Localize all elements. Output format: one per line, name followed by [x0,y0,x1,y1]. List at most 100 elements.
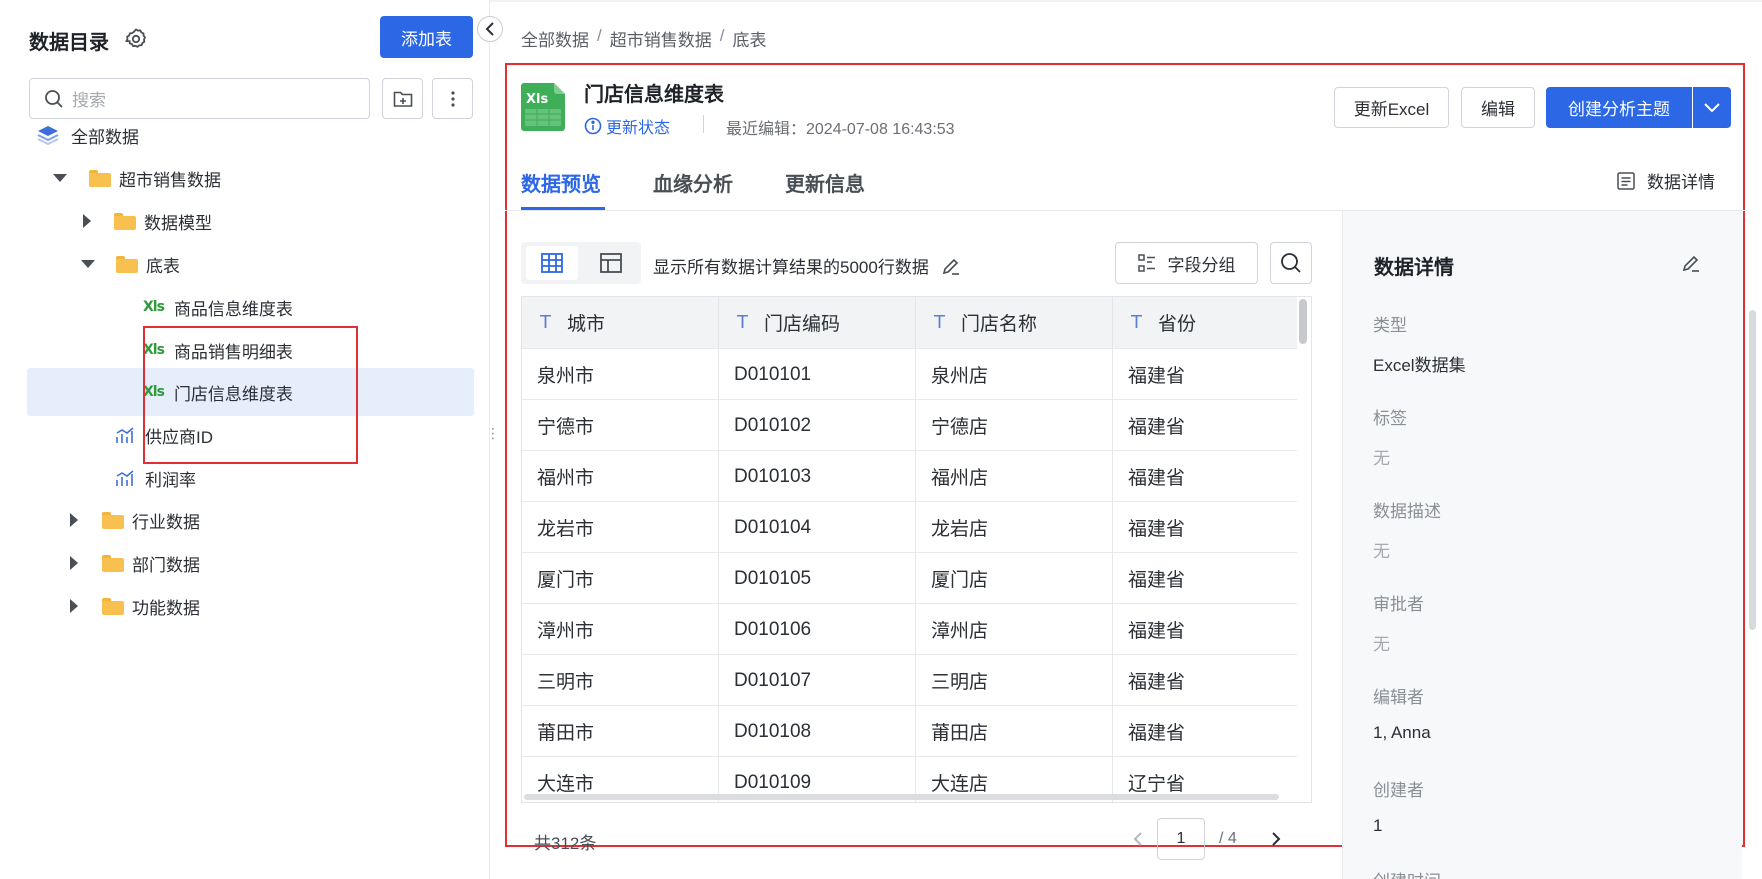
more-vertical-icon [450,90,455,107]
update-status-link[interactable]: 更新状态 [584,114,670,138]
vertical-scrollbar[interactable] [1299,299,1307,344]
tree-label: 底表 [146,256,180,276]
column-label: 门店编码 [764,314,841,335]
table-cell: 福建省 [1128,672,1186,693]
chevron-left-icon[interactable] [1133,832,1143,846]
table-cell: 福建省 [1128,417,1186,438]
table-cell: 福建省 [1128,723,1186,744]
column-header-city[interactable]: T 城市 [522,297,719,348]
table-grid-icon [541,253,563,273]
description-value: 无 [1373,542,1390,561]
folder-icon [114,212,136,230]
page-number-input[interactable]: 1 [1157,818,1205,860]
table-header: T 城市 T 门店编码 T 门店名称 T 省份 [522,297,1297,348]
table-cell: 福建省 [1128,570,1186,591]
view-toggle [521,242,641,284]
tree-label: 部门数据 [132,555,200,575]
created-time-label: 创建时间 [1373,867,1441,879]
details-title: 数据详情 [1374,257,1454,279]
breadcrumb-item[interactable]: 底表 [732,26,766,51]
gear-icon[interactable] [124,27,148,51]
tree-item-department[interactable]: 部门数据 [27,539,474,587]
horizontal-scrollbar[interactable] [524,794,1279,800]
field-group-label: 字段分组 [1167,255,1236,275]
caret-down-icon[interactable] [81,260,95,268]
top-divider [490,0,1762,2]
list-detail-icon [1617,171,1635,190]
type-label: 类型 [1373,316,1407,335]
data-details-toggle[interactable]: 数据详情 [1617,168,1715,193]
caret-right-icon[interactable] [70,599,78,613]
tab-update-info[interactable]: 更新信息 [785,168,865,197]
column-header-province[interactable]: T 省份 [1113,297,1297,348]
create-topic-dropdown-button[interactable] [1693,87,1731,128]
table-row: 福州市 D010103 福州店 福建省 [522,450,1297,502]
chevron-right-icon[interactable] [1271,832,1281,846]
collapse-sidebar-button[interactable] [477,16,503,42]
table-cell: 福建省 [1128,366,1186,387]
column-label: 门店名称 [961,314,1038,335]
field-group-button[interactable]: 字段分组 [1115,242,1258,284]
metric-chart-icon [116,427,134,443]
tab-data-preview[interactable]: 数据预览 [521,168,601,197]
table-cell: D010108 [719,706,916,757]
tree-item-supermarket[interactable]: 超市销售数据 [27,154,474,202]
pivot-view-button[interactable] [585,246,637,280]
table-cell: 漳州店 [916,604,1113,655]
breadcrumb-item[interactable]: 全部数据 [521,26,589,51]
folder-add-icon [393,91,412,107]
table-cell: 龙岩店 [916,502,1113,553]
edit-pencil-icon[interactable] [941,256,961,276]
chevron-left-icon [485,22,494,36]
pagination: 1 / 4 [1133,818,1281,860]
add-table-button[interactable]: 添加表 [380,16,473,58]
edit-button[interactable]: 编辑 [1461,87,1535,128]
column-header-store-name[interactable]: T 门店名称 [916,297,1113,348]
column-header-store-code[interactable]: T 门店编码 [719,297,916,348]
table-cell: 宁德店 [916,400,1113,451]
data-details-label: 数据详情 [1647,173,1715,192]
caret-right-icon[interactable] [70,513,78,527]
text-type-icon: T [934,312,945,333]
table-cell: D010106 [719,604,916,655]
tree-item-product-dim[interactable]: Xls 商品信息维度表 [27,283,474,331]
breadcrumb-separator: / [597,26,602,45]
tab-lineage[interactable]: 血缘分析 [653,168,733,197]
table-cell: 三明店 [916,655,1113,706]
caret-right-icon[interactable] [83,214,91,228]
update-excel-button[interactable]: 更新Excel [1334,87,1449,128]
details-scrollbar[interactable] [1749,310,1756,630]
pivot-table-icon [600,253,622,273]
highlight-box-tables [143,326,358,464]
tree-item-base-tables[interactable]: 底表 [27,240,474,288]
metric-chart-icon [116,470,134,486]
search-placeholder: 搜索 [72,91,106,110]
edit-pencil-icon[interactable] [1681,253,1701,273]
breadcrumb-item[interactable]: 超市销售数据 [610,26,712,51]
divider [703,115,704,133]
data-preview-table: T 城市 T 门店编码 T 门店名称 T 省份 泉州市 D010101 泉州店 福建省 宁德市… [521,296,1312,803]
table-cell: 福建省 [1128,468,1186,489]
tree-label: 商品信息维度表 [173,299,293,319]
search-icon [45,89,63,108]
table-cell: 福州市 [522,451,719,502]
creator-value: 1 [1373,816,1383,835]
grid-view-button[interactable] [526,246,578,280]
layers-icon [37,126,59,145]
table-cell: 龙岩市 [522,502,719,553]
text-type-icon: T [1131,312,1142,333]
table-search-button[interactable] [1270,242,1312,284]
tree-item-all-data[interactable]: 全部数据 [27,111,474,159]
table-cell: D010104 [719,502,916,553]
tree-item-data-model[interactable]: 数据模型 [27,197,474,245]
caret-right-icon[interactable] [70,556,78,570]
tree-item-industry[interactable]: 行业数据 [27,496,474,544]
create-analysis-topic-button[interactable]: 创建分析主题 [1546,87,1692,128]
total-count: 共312条 [534,834,597,853]
table-cell: D010103 [719,451,916,502]
table-cell: 三明市 [522,655,719,706]
tree-item-function[interactable]: 功能数据 [27,582,474,630]
caret-down-icon[interactable] [53,174,67,182]
table-cell: 福州店 [916,451,1113,502]
table-cell: 莆田店 [916,706,1113,757]
